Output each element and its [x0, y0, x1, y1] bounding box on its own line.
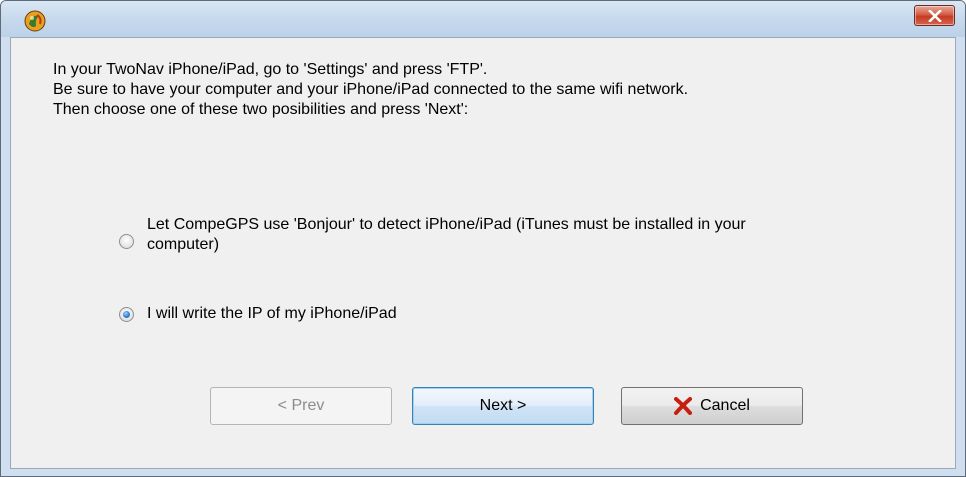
cancel-button-label: Cancel [700, 397, 750, 414]
instruction-line: In your TwoNav iPhone/iPad, go to 'Setti… [53, 61, 488, 78]
prev-button[interactable]: < Prev [210, 387, 392, 425]
next-button[interactable]: Next > [412, 387, 594, 425]
close-icon [928, 10, 942, 22]
x-cancel-icon [674, 397, 693, 415]
bonjour-option-line1: Let CompeGPS use 'Bonjour' to detect iPh… [147, 216, 746, 233]
bonjour-option-line2: computer) [147, 236, 220, 253]
bonjour-radio[interactable] [119, 234, 134, 249]
manual-ip-radio[interactable] [119, 307, 134, 322]
cancel-button[interactable]: Cancel [621, 387, 803, 425]
bonjour-option-label[interactable]: Let CompeGPS use 'Bonjour' to detect iPh… [147, 215, 746, 255]
close-button[interactable] [914, 5, 955, 26]
manual-ip-option-label[interactable]: I will write the IP of my iPhone/iPad [147, 304, 397, 324]
instruction-line: Then choose one of these two posibilitie… [53, 101, 469, 118]
instruction-line: Be sure to have your computer and your i… [53, 81, 689, 98]
dialog-window: In your TwoNav iPhone/iPad, go to 'Setti… [0, 0, 966, 477]
title-bar[interactable] [1, 1, 965, 37]
instructions-text: In your TwoNav iPhone/iPad, go to 'Setti… [53, 60, 688, 120]
compegps-app-icon [24, 10, 46, 32]
